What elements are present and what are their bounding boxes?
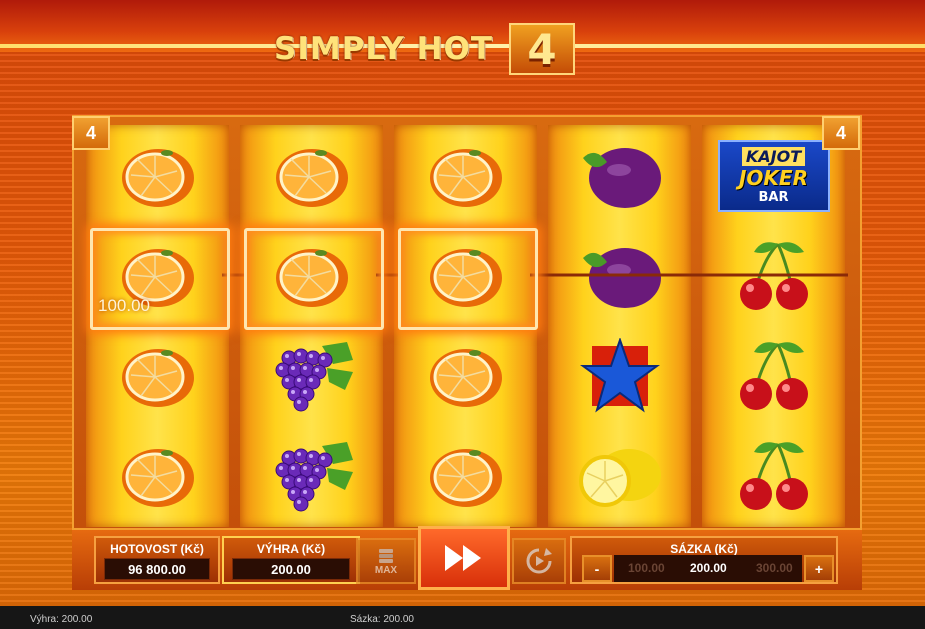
stake-option[interactable]: 300.00 [756,561,793,575]
cash-label: HOTOVOST (Kč) [110,542,204,556]
win-panel: VÝHRA (Kč) 200.00 [222,536,360,584]
stake-minus-button[interactable]: - [582,555,612,582]
autoplay-icon [526,548,552,574]
max-bet-button[interactable]: MAX [356,538,416,584]
stake-label: SÁZKA (Kč) [670,542,738,556]
status-stake: Sázka: 200.00 [350,614,414,625]
cash-panel: HOTOVOST (Kč) 96 800.00 [94,536,220,584]
fast-forward-icon [445,545,481,571]
win-label: VÝHRA (Kč) [256,542,326,556]
status-bar: Výhra: 200.00 Sázka: 200.00 [0,606,925,629]
win-value: 200.00 [232,558,350,580]
autoplay-button[interactable] [512,538,566,584]
status-win: Výhra: 200.00 [30,614,93,625]
line-win-amount: 100.00 [98,296,150,315]
coin-stack-icon [379,548,393,563]
cash-value: 96 800.00 [104,558,210,580]
win-highlight [244,228,384,330]
spin-button[interactable] [418,526,510,590]
max-label: MAX [374,564,398,576]
payline-badge-right: 4 [822,116,860,150]
stake-option[interactable]: 100.00 [628,561,665,575]
win-highlight [398,228,538,330]
stake-option-selected[interactable]: 200.00 [690,561,727,575]
payline-badge-left: 4 [72,116,110,150]
stake-plus-button[interactable]: + [804,555,834,582]
